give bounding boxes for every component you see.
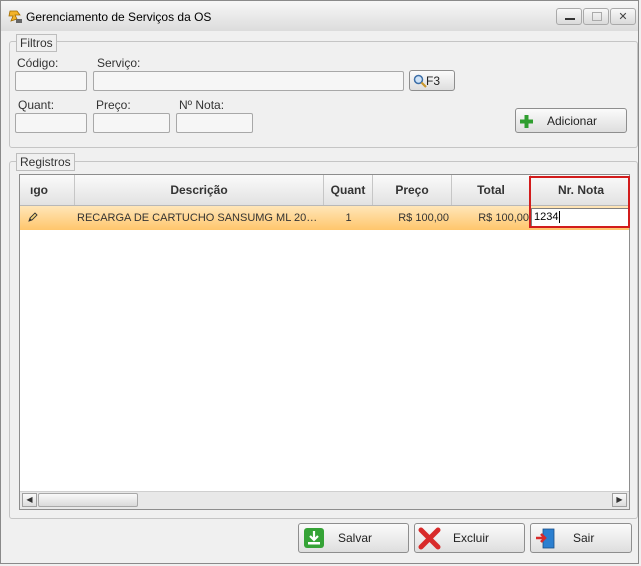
nota-label: Nº Nota: [179, 98, 225, 112]
adicionar-button[interactable]: Adicionar [515, 108, 627, 133]
column-header-codigo[interactable]: ıgo [20, 175, 75, 205]
search-icon [413, 74, 427, 88]
preco-input[interactable] [93, 113, 170, 133]
quant-label: Quant: [18, 98, 55, 112]
quant-input[interactable] [15, 113, 87, 133]
exit-icon [536, 528, 555, 549]
service-management-window: Gerenciamento de Serviços da OS ✕ Filtro… [0, 0, 639, 564]
column-header-quant[interactable]: Quant [324, 175, 373, 205]
codigo-input[interactable] [15, 71, 87, 91]
cell-descricao: RECARGA DE CARTUCHO SANSUMG ML 20… [77, 212, 318, 224]
service-search-button[interactable]: F3 [409, 70, 455, 91]
annotation-highlight-box [529, 176, 630, 228]
nota-input[interactable] [176, 113, 253, 133]
servico-label: Serviço: [97, 56, 141, 70]
close-button[interactable]: ✕ [610, 8, 636, 25]
column-header-descricao[interactable]: Descrição [75, 175, 324, 205]
excluir-button[interactable]: Excluir [414, 523, 525, 553]
excluir-label: Excluir [453, 531, 490, 545]
servico-input[interactable] [93, 71, 404, 91]
codigo-label: Código: [17, 56, 59, 70]
title-bar: Gerenciamento de Serviços da OS ✕ [1, 1, 638, 31]
salvar-button[interactable]: Salvar [298, 523, 409, 553]
search-button-label: F3 [426, 73, 441, 88]
pencil-icon [28, 212, 38, 222]
minimize-button[interactable] [556, 8, 582, 25]
window-title: Gerenciamento de Serviços da OS [26, 10, 212, 24]
close-icon: ✕ [618, 11, 628, 23]
sair-label: Sair [573, 531, 595, 545]
horizontal-scrollbar[interactable]: ◀ ▶ [20, 491, 629, 509]
cell-quant: 1 [345, 212, 352, 224]
app-icon [8, 10, 22, 23]
save-icon [304, 528, 324, 548]
records-legend: Registros [16, 153, 75, 171]
delete-icon [418, 527, 441, 550]
cell-total: R$ 100,00 [478, 212, 529, 224]
column-header-preco[interactable]: Preço [373, 175, 452, 205]
scroll-right-arrow-icon[interactable]: ▶ [612, 493, 627, 507]
minimize-icon [565, 18, 575, 20]
maximize-icon [592, 12, 602, 21]
cell-preco: R$ 100,00 [398, 212, 449, 224]
adicionar-label: Adicionar [547, 113, 598, 128]
scroll-left-arrow-icon[interactable]: ◀ [22, 493, 37, 507]
salvar-label: Salvar [338, 531, 373, 545]
maximize-button[interactable] [583, 8, 609, 25]
cell-codigo [40, 206, 75, 230]
scrollbar-thumb[interactable] [38, 493, 138, 507]
column-header-total[interactable]: Total [452, 175, 531, 205]
preco-label: Preço: [96, 98, 131, 112]
filters-legend: Filtros [16, 34, 57, 52]
sair-button[interactable]: Sair [530, 523, 632, 553]
add-icon [520, 115, 533, 128]
